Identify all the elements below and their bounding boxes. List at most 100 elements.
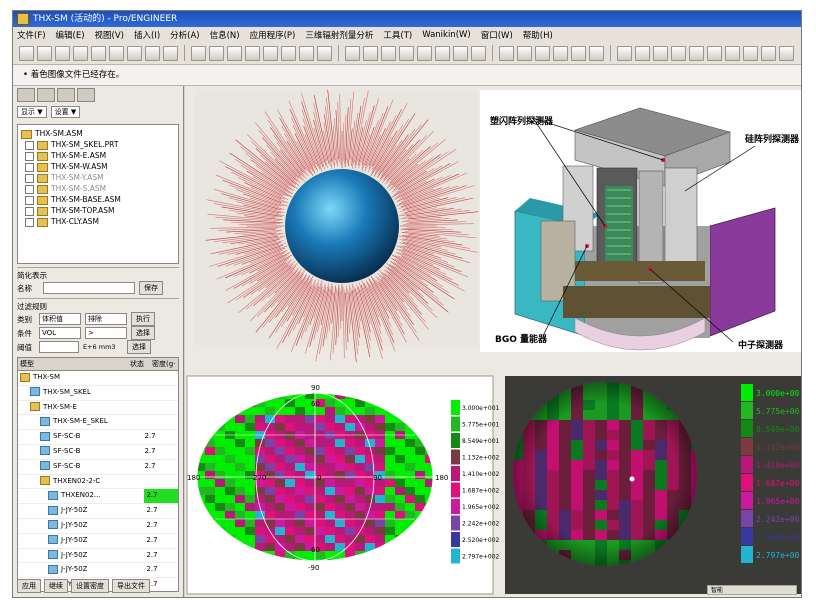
show-dropdown[interactable]: 显示 ▼ — [17, 106, 47, 118]
toolbar-button-33[interactable] — [653, 45, 668, 61]
grid-row[interactable]: THX-SM-E_SKEL — [18, 415, 178, 431]
tree-node[interactable]: THX-SM-TOP.ASM — [21, 205, 175, 216]
toolbar-button-5[interactable] — [109, 45, 124, 61]
threshold-input[interactable] — [39, 341, 79, 353]
grid-row[interactable]: J-JY-50Z 2.7 — [18, 549, 178, 564]
toolbar-button-8[interactable] — [163, 45, 178, 61]
toolbar-button-23[interactable] — [453, 45, 468, 61]
toolbar-button-19[interactable] — [381, 45, 396, 61]
toolbar-button-6[interactable] — [127, 45, 142, 61]
toolbar-button-39[interactable] — [761, 45, 776, 61]
menu-insert[interactable]: 插入(I) — [134, 29, 160, 41]
toolbar-button-10[interactable] — [209, 45, 224, 61]
toolbar-button-24[interactable] — [471, 45, 486, 61]
toolbar-button-38[interactable] — [743, 45, 758, 61]
grid-row[interactable]: J-JY-50Z 2.7 — [18, 519, 178, 534]
grid-cell-density[interactable] — [140, 386, 178, 400]
grid-cell-density[interactable]: 2.7 — [142, 430, 178, 444]
grid-row[interactable]: THX-SM — [18, 371, 178, 386]
save-button[interactable]: 保存 — [139, 281, 163, 295]
export-file-button[interactable]: 导出文件 — [112, 579, 150, 593]
select-button-2[interactable]: 选择 — [127, 340, 151, 354]
apply-button[interactable]: 应用 — [17, 579, 41, 593]
expand-toggle[interactable] — [25, 195, 34, 205]
menu-info[interactable]: 信息(N) — [210, 29, 240, 41]
grid-cell-density[interactable] — [142, 415, 178, 429]
grid-cell-density[interactable]: 2.7 — [144, 549, 178, 563]
toolbar-button-1[interactable] — [37, 45, 52, 61]
grid-cell-density[interactable]: 2.7 — [144, 489, 178, 504]
tree-node[interactable]: THX-SM_SKEL.PRT — [21, 139, 175, 150]
menu-applications[interactable]: 应用程序(P) — [250, 29, 296, 41]
grid-row[interactable]: J-JY-50Z 2.7 — [18, 563, 178, 579]
toolbar-button-9[interactable] — [191, 45, 206, 61]
toolbar-button-25[interactable] — [499, 45, 514, 61]
tree-node[interactable]: THX-SM.ASM — [21, 128, 175, 139]
toolbar-button-26[interactable] — [517, 45, 532, 61]
grid-cell-density[interactable]: 2.7 — [142, 460, 178, 474]
toolbar-button-35[interactable] — [689, 45, 704, 61]
tree-node[interactable]: THX-CLY.ASM — [21, 216, 175, 227]
expand-toggle[interactable] — [25, 206, 34, 216]
toolbar-button-27[interactable] — [535, 45, 550, 61]
grid-cell-density[interactable] — [130, 371, 168, 385]
grid-cell-density[interactable] — [142, 475, 178, 489]
toolbar-button-17[interactable] — [345, 45, 360, 61]
expand-toggle[interactable] — [25, 162, 34, 172]
grid-row[interactable]: J-JY-50Z 2.7 — [18, 504, 178, 519]
grid-row[interactable]: THXEN02-2-C — [18, 475, 178, 490]
toolbar-button-28[interactable] — [553, 45, 568, 61]
toolbar-button-12[interactable] — [245, 45, 260, 61]
toolbar-button-22[interactable] — [435, 45, 450, 61]
menu-wanikin[interactable]: Wanikin(W) — [422, 30, 471, 40]
name-select[interactable] — [43, 282, 135, 294]
execute-button[interactable]: 执行 — [131, 312, 155, 326]
expand-toggle[interactable] — [25, 140, 34, 150]
toolbar-button-18[interactable] — [363, 45, 378, 61]
menu-radiation-analysis[interactable]: 三维辐射剂量分析 — [305, 29, 373, 41]
toolbar-button-0[interactable] — [19, 45, 34, 61]
settings-dropdown[interactable]: 设置 ▼ — [50, 106, 81, 118]
set-density-button[interactable]: 设置密度 — [71, 579, 109, 593]
grid-cell-density[interactable] — [140, 401, 178, 415]
tab-favorites[interactable] — [57, 88, 75, 102]
grid-cell-density[interactable]: 2.7 — [144, 563, 178, 577]
toolbar-button-16[interactable] — [317, 45, 332, 61]
compare-select[interactable]: > — [85, 327, 127, 339]
grid-row[interactable]: THX-SM-E — [18, 401, 178, 416]
tab-folder[interactable] — [37, 88, 55, 102]
menu-view[interactable]: 视图(V) — [95, 29, 124, 41]
operation-select[interactable]: 排除 — [85, 313, 127, 325]
tree-node[interactable]: THX-SM-BASE.ASM — [21, 194, 175, 205]
toolbar-button-34[interactable] — [671, 45, 686, 61]
toolbar-button-30[interactable] — [589, 45, 604, 61]
toolbar-button-21[interactable] — [417, 45, 432, 61]
toolbar-button-31[interactable] — [617, 45, 632, 61]
grid-cell-density[interactable]: 2.7 — [142, 445, 178, 459]
grid-row[interactable]: J-JY-50Z 2.7 — [18, 534, 178, 549]
menu-tools[interactable]: 工具(T) — [383, 29, 412, 41]
expand-toggle[interactable] — [25, 184, 34, 194]
expand-toggle[interactable] — [25, 173, 34, 183]
grid-cell-density[interactable]: 2.7 — [144, 534, 178, 548]
toolbar-button-2[interactable] — [55, 45, 70, 61]
toolbar-button-4[interactable] — [91, 45, 106, 61]
grid-row[interactable]: SF-SC-B 2.7 — [18, 460, 178, 475]
type-select[interactable]: 体积值 — [39, 313, 81, 325]
grid-row[interactable]: SF-SC-B 2.7 — [18, 430, 178, 445]
tree-node[interactable]: THX-SM-S.ASM — [21, 183, 175, 194]
toolbar-button-3[interactable] — [73, 45, 88, 61]
expand-toggle[interactable] — [25, 217, 34, 227]
tab-model-tree[interactable] — [17, 88, 35, 102]
toolbar-button-36[interactable] — [707, 45, 722, 61]
tree-node[interactable]: THX-SM-E.ASM — [21, 150, 175, 161]
tree-node[interactable]: THX-SM-Y.ASM — [21, 172, 175, 183]
toolbar-button-7[interactable] — [145, 45, 160, 61]
grid-row[interactable]: THX-SM_SKEL — [18, 386, 178, 401]
toolbar-button-40[interactable] — [779, 45, 794, 61]
toolbar-button-13[interactable] — [263, 45, 278, 61]
tab-history[interactable] — [77, 88, 95, 102]
grid-row[interactable]: SF-SC-B 2.7 — [18, 445, 178, 460]
menu-edit[interactable]: 编辑(E) — [56, 29, 85, 41]
toolbar-button-32[interactable] — [635, 45, 650, 61]
